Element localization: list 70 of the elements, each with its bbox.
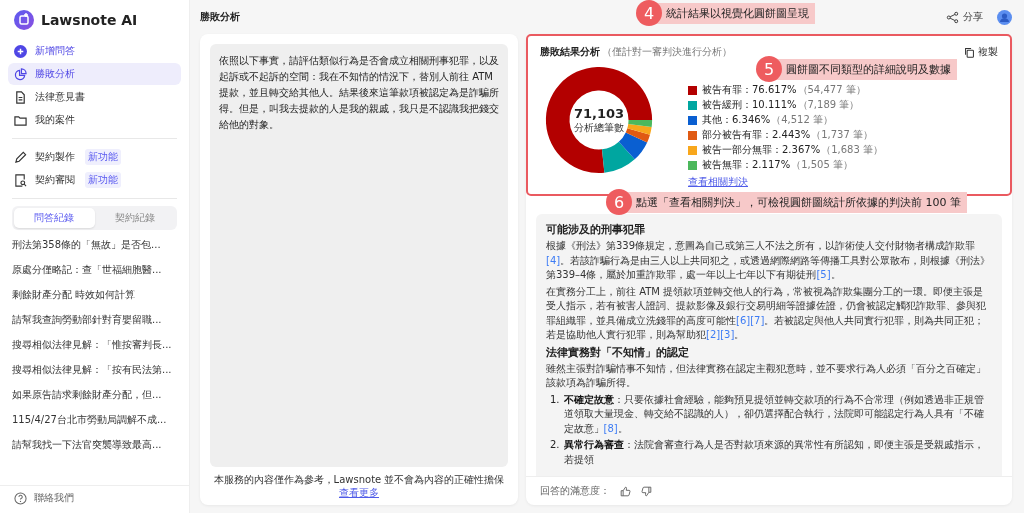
history-item[interactable]: 115/4/27台北市勞動局調解不成... [8, 407, 181, 432]
share-button[interactable]: 分享 [946, 10, 983, 24]
section-heading: 法律實務對「不知情」的認定 [546, 344, 690, 360]
citation-link[interactable]: [8] [603, 422, 618, 434]
help-icon [14, 491, 27, 505]
legend-count: （1,683 筆） [821, 143, 883, 157]
legend-count: （1,505 筆） [791, 158, 853, 172]
nav-item[interactable]: 契約審閱 [8, 169, 81, 191]
total-label: 分析總筆數 [574, 120, 624, 135]
nav-item[interactable]: 法律意見書 [8, 86, 181, 108]
new-feature-badge: 新功能 [85, 149, 121, 165]
legend-count: （54,477 筆） [797, 83, 866, 97]
citation-link[interactable]: [6][7] [736, 314, 765, 326]
thumbs-up-icon[interactable] [620, 485, 631, 497]
legend-label: 被告無罪：2.117% [702, 158, 791, 172]
list-number: 2. [550, 438, 560, 452]
answer-paragraph: 根據《刑法》第339條規定，意圖為自己或第三人不法之所有，以詐術使人交付財物者構成詐欺罪 [4]。若該詐騙行為是由三人以上共同犯之，或透過網際網路等傳播工具對公眾散布，則根據《刑法》第339–4條，屬於加重詐欺罪，處一年以上七年以下有期徒刑[5]。 [546, 239, 992, 282]
answer-paragraph: 在實務分工上，前往 ATM 提領款項並轉交他人的行為，常被視為詐欺集團分工的一環。即便主張是受人指示，若有被害人證詞、提款影像及銀行交易明細等證據佐證，仍會被認定觸犯詐欺罪、參與犯罪組織罪，並具備成立洗錢罪的高度可能性[6][7]。若被認定與他人共同實行犯罪，則為共同正犯；若是協助他人實行犯罪，則為幫助犯[2][3]。 [546, 284, 987, 342]
history-item[interactable]: 搜尋相似法律見解：「按有民法第... [8, 357, 181, 382]
nav-item[interactable]: 我的案件 [8, 109, 181, 131]
share-icon [946, 10, 959, 24]
legend-label: 被告一部分無罪：2.367% [702, 143, 821, 157]
page-title: 勝敗分析 [200, 10, 240, 24]
history-item[interactable]: 如果原告請求剩餘財產分配，但... [8, 382, 181, 407]
copy-button[interactable]: 複製 [964, 45, 998, 59]
answer-paragraph: 雖然主張對詐騙情事不知情，但法律實務在認定主觀犯意時，並不要求行為人必須「百分之百確定」該款項為詐騙所得。 [546, 361, 987, 390]
history-item[interactable]: 刑法第358條的「無故」是否包... [8, 232, 181, 257]
nav-item[interactable]: 新增問答 [8, 40, 181, 62]
pencil-icon [14, 150, 27, 164]
legend-count: （4,512 筆） [771, 113, 833, 127]
see-more-link[interactable]: 查看更多 [339, 487, 379, 498]
legend-label: 其他：6.346% [702, 113, 771, 127]
legend-count: （1,737 筆） [811, 128, 873, 142]
legend-count: （7,189 筆） [797, 98, 860, 112]
analysis-subtitle: （僅計對一審判決進行分析） [602, 45, 732, 59]
logo-icon [14, 10, 34, 30]
list-number: 1. [550, 392, 560, 407]
disclaimer-text: 本服務的內容僅作為參考，Lawsnote 並不會為內容的正確性擔保 查看更多 [212, 473, 506, 499]
thumbs-down-icon[interactable] [641, 485, 652, 497]
copy-icon [964, 46, 975, 58]
history-item[interactable]: 搜尋相似法律見解：「惟按審判長... [8, 332, 181, 357]
list-item-text: 不確定故意：只要依據社會經驗，能夠預見提領並轉交款項的行為不合常理（例如透過非正規管道領取大量現金、轉交給不認識的人），卻仍選擇配合執行，法院即可能認定行為人具有「不確定故意」[8]。 [563, 392, 985, 436]
pie-chart-icon [14, 67, 27, 81]
app-name: Lawsnote AI [41, 12, 138, 28]
citation-link[interactable]: [4] [546, 254, 561, 266]
history-tab[interactable]: 問答紀錄 [14, 208, 95, 228]
legend-label: 被告有罪：76.617% [702, 83, 797, 97]
document-search-icon [14, 173, 27, 187]
history-item[interactable]: 請幫我找一下法官突襲導致最高... [8, 432, 181, 457]
history-item[interactable]: 原處分僅略記：查「世福細胞醫... [8, 257, 181, 282]
nav-item[interactable]: 勝敗分析 [8, 63, 181, 85]
feedback-label: 回答的滿意度： [540, 484, 610, 498]
plus-icon [14, 44, 27, 58]
avatar-icon[interactable] [997, 9, 1012, 25]
total-count: 71,103 [573, 105, 625, 121]
citation-link[interactable]: [5] [816, 269, 831, 280]
document-icon [14, 90, 27, 104]
section-heading: 可能涉及的刑事犯罪 [546, 222, 646, 237]
new-feature-badge: 新功能 [85, 172, 121, 188]
question-text: 依照以下事實，請評估類似行為是否會成立相關刑事犯罪，以及起訴或不起訴的空間：我在不知情的情況下，替別人前往 ATM 提款，並且轉交給其他人。結果後來這筆款項被認定為是詐騙所得。但是，叫我去提款的人是我的親戚，我只是不認識我把錢交給他的對象。 [219, 54, 499, 132]
analysis-title: 勝敗結果分析 [540, 45, 600, 59]
related-judgments-link[interactable]: 查看相關判決 [688, 175, 748, 189]
history-item[interactable]: 請幫我查詢勞動部針對育嬰留職... [8, 307, 181, 332]
legend-label: 部分被告有罪：2.443% [702, 128, 811, 142]
nav-item[interactable]: 契約製作 [8, 146, 81, 168]
legend-label: 被告緩刑：10.111% [702, 98, 797, 112]
folder-icon [14, 113, 27, 127]
contact-button[interactable]: 聯絡我們 [14, 491, 74, 505]
history-item[interactable]: 剩餘財產分配 時效如何計算 [8, 282, 181, 307]
list-item-text: 異常行為審查：法院會審查行為人是否對款項來源的異常性有所認知，即便主張是受親戚指示，若提領 [563, 438, 985, 467]
